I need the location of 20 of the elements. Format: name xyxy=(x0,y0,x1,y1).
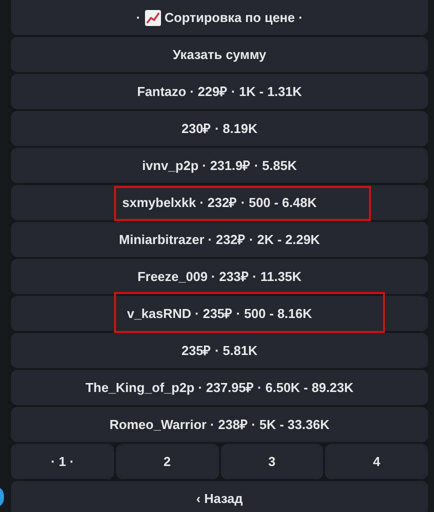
offer-button[interactable]: Romeo_Warrior · 238₽ · 5K - 33.36K xyxy=(11,407,428,442)
amount-button[interactable]: Указать сумму xyxy=(11,37,428,72)
back-button[interactable]: ‹ Назад xyxy=(11,481,428,512)
prefix-text: · xyxy=(136,8,140,27)
page-button[interactable]: 3 xyxy=(220,444,324,479)
offer-button[interactable]: 235₽ · 5.81K xyxy=(11,333,428,368)
sort-button[interactable]: · Сортировка по цене · xyxy=(11,0,428,35)
offer-button[interactable]: sxmybelxkk · 232₽ · 500 - 6.48K xyxy=(11,185,428,220)
offer-button[interactable]: ivnv_p2p · 231.9₽ · 5.85K xyxy=(11,148,428,183)
chart-icon xyxy=(144,10,160,26)
offer-button[interactable]: Miniarbitrazer · 232₽ · 2K - 2.29K xyxy=(11,222,428,257)
sort-label: Сортировка по цене · xyxy=(164,8,303,27)
offer-button[interactable]: Freeze_009 · 233₽ · 11.35K xyxy=(11,259,428,294)
offer-button[interactable]: v_kasRND · 235₽ · 500 - 8.16K xyxy=(11,296,428,331)
page-button[interactable]: 4 xyxy=(325,444,428,479)
page-button[interactable]: · 1 · xyxy=(11,444,114,479)
offer-button[interactable]: The_King_of_p2p · 237.95₽ · 6.50K - 89.23K xyxy=(11,370,428,405)
offer-button[interactable]: 230₽ · 8.19K xyxy=(11,111,428,146)
page-button[interactable]: 2 xyxy=(116,444,218,479)
offer-button[interactable]: Fantazo · 229₽ · 1K - 1.31K xyxy=(11,74,428,109)
